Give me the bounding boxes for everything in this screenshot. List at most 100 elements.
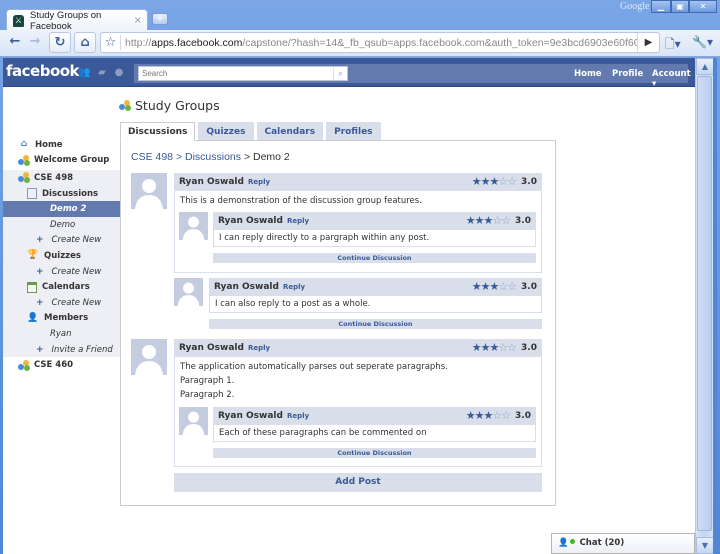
author-name[interactable]: Ryan Oswald [179,343,244,353]
rating[interactable]: ★★★☆☆ 3.0 [466,409,531,422]
notifications-globe-icon[interactable]: ● [113,67,125,78]
reply-post: Ryan Oswald Reply ★★★☆☆ 3.0 I can reply d… [213,212,536,247]
star-rating-icon[interactable]: ★★★☆☆ [472,280,517,293]
star-rating-icon[interactable]: ★★★☆☆ [466,409,511,422]
plus-icon: + [36,297,44,308]
sidebar-member-ryan[interactable]: Ryan [3,326,120,342]
wrench-icon[interactable]: 🔧▾ [692,35,713,49]
messages-icon[interactable]: ▰ [96,67,108,78]
sidebar-create-discussion[interactable]: + Create New [3,233,120,249]
author-name[interactable]: Ryan Oswald [218,411,283,421]
scroll-down-icon[interactable]: ▼ [696,537,714,554]
tab-discussions[interactable]: Discussions [120,122,196,141]
sidebar-item-demo-2[interactable]: Demo 2 [3,201,120,217]
paragraph[interactable]: Paragraph 2. [175,388,541,402]
breadcrumb: CSE 498 > Discussions > Demo 2 [131,151,290,163]
tab-profiles[interactable]: Profiles [326,122,381,141]
nav-profile[interactable]: Profile [612,69,643,79]
discussion-panel: CSE 498 > Discussions > Demo 2 Ryan Oswa… [120,140,556,506]
rating[interactable]: ★★★☆☆ 3.0 [472,280,537,293]
reload-icon[interactable]: ↻ [49,32,71,53]
sidebar-item-calendars[interactable]: Calendars [3,279,120,295]
sidebar-item-cse498[interactable]: CSE 498 [3,170,120,186]
vertical-scrollbar[interactable]: ▲ ▼ [695,58,714,554]
page-menu-icon[interactable]: 🗋▾ [665,35,681,56]
continue-discussion-button[interactable]: Continue Discussion [213,448,536,458]
tab-calendars[interactable]: Calendars [256,122,324,141]
star-icon[interactable]: ☆ [101,35,121,50]
avatar[interactable] [131,173,167,209]
chat-bar[interactable]: 👤 Chat (20) [551,533,695,554]
address-bar[interactable]: ☆ http://apps.facebook.com/capstone/?has… [100,32,660,53]
back-arrow-icon[interactable]: ← [4,32,26,53]
reply-link[interactable]: Reply [283,283,305,291]
continue-discussion-button[interactable]: Continue Discussion [213,253,536,263]
new-tab-button[interactable]: + [152,13,168,25]
tab-quizzes[interactable]: Quizzes [198,122,254,141]
reply-link[interactable]: Reply [287,217,309,225]
breadcrumb-current: Demo 2 [253,151,290,163]
sidebar-item-cse460[interactable]: CSE 460 [3,357,120,373]
paragraph[interactable]: Paragraph 1. [175,374,541,388]
post: Ryan Oswald Reply ★★★☆☆ 3.0 This is a dem… [174,173,542,273]
sidebar-item-demo[interactable]: Demo [3,217,120,233]
browser-tab[interactable]: ⚔ Study Groups on Facebook × [6,9,148,32]
friend-requests-icon[interactable]: 👥 [78,67,90,78]
rating[interactable]: ★★★☆☆ 3.0 [472,341,537,354]
search-icon[interactable]: ⌕ [333,67,347,80]
post-body: I can reply directly to a pargraph withi… [213,230,536,247]
nav-account[interactable]: Account ▾ [652,69,695,89]
sidebar-item-members[interactable]: 👤 Members [3,311,120,327]
close-window-button[interactable]: ✕ [689,0,717,13]
play-icon[interactable]: ▶ [637,33,659,52]
avatar[interactable] [179,212,208,240]
sidebar-item-welcome-group[interactable]: Welcome Group [3,153,120,169]
scrollbar-thumb[interactable] [697,76,712,531]
paragraph[interactable]: The application automatically parses out… [175,360,541,374]
reply-link[interactable]: Reply [248,344,270,352]
page-title: Study Groups [119,98,220,113]
star-rating-icon[interactable]: ★★★☆☆ [472,341,517,354]
avatar[interactable] [174,278,203,306]
close-tab-icon[interactable]: × [134,15,142,26]
sidebar-create-calendar[interactable]: + Create New [3,295,120,311]
url-text[interactable]: http://apps.facebook.com/capstone/?hash=… [121,37,637,49]
plus-icon: + [36,235,44,246]
tab-title: Study Groups on Facebook [30,9,102,32]
star-rating-icon[interactable]: ★★★☆☆ [472,175,517,188]
maximize-button[interactable]: ▣ [671,0,689,13]
sidebar-item-home[interactable]: ⌂ Home [3,137,120,153]
search-input[interactable]: Search ⌕ [138,66,348,81]
sidebar-item-quizzes[interactable]: 🏆 Quizzes [3,248,120,264]
home-icon[interactable]: ⌂ [74,32,96,53]
group-icon [18,172,30,184]
facebook-logo[interactable]: facebook [6,62,80,80]
browser-toolbar: ← → ↻ ⌂ ☆ http://apps.facebook.com/capst… [0,30,720,57]
author-name[interactable]: Ryan Oswald [218,216,283,226]
reply-link[interactable]: Reply [248,178,270,186]
author-name[interactable]: Ryan Oswald [214,282,279,292]
plus-icon: + [36,266,44,277]
paragraph[interactable]: This is a demonstration of the discussio… [175,194,541,208]
scroll-up-icon[interactable]: ▲ [696,58,714,75]
rating[interactable]: ★★★☆☆ 3.0 [466,214,531,227]
star-rating-icon[interactable]: ★★★☆☆ [466,214,511,227]
group-icon [119,100,131,111]
reply-link[interactable]: Reply [287,412,309,420]
forward-arrow-icon[interactable]: → [24,32,46,53]
add-post-button[interactable]: Add Post [174,473,542,492]
avatar[interactable] [131,339,167,375]
sidebar-create-quiz[interactable]: + Create New [3,264,120,280]
sidebar-invite-friend[interactable]: + Invite a Friend [3,342,120,358]
post: Ryan Oswald Reply ★★★☆☆ 3.0 The applicati… [174,339,542,467]
author-name[interactable]: Ryan Oswald [179,177,244,187]
continue-discussion-button[interactable]: Continue Discussion [209,319,542,329]
rating[interactable]: ★★★☆☆ 3.0 [472,175,537,188]
breadcrumb-group[interactable]: CSE 498 [131,151,173,163]
minimize-button[interactable]: ▁ [651,0,671,13]
section-tabs: Discussions Quizzes Calendars Profiles [120,122,384,141]
breadcrumb-section[interactable]: Discussions [185,151,241,163]
sidebar-item-discussions[interactable]: Discussions [3,186,120,202]
avatar[interactable] [179,407,208,435]
nav-home[interactable]: Home [574,69,602,79]
